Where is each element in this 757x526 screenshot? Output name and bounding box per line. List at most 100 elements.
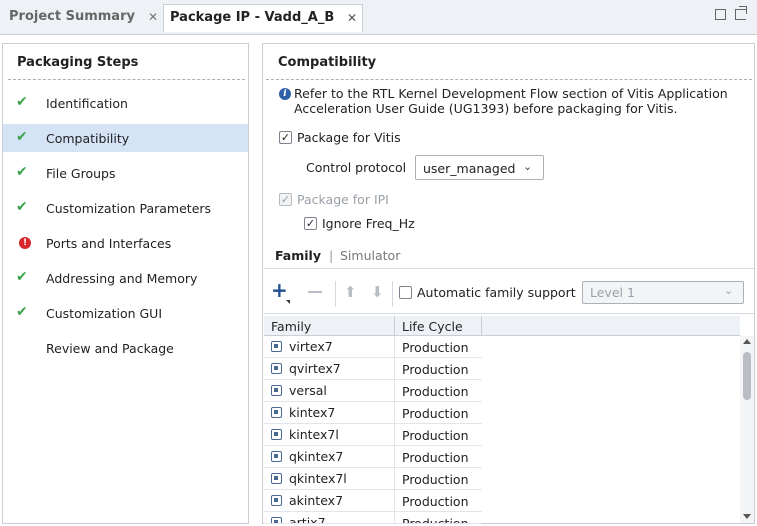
move-down-icon[interactable]: ⬇: [371, 283, 384, 301]
chip-icon: [271, 385, 282, 396]
check-icon: ✔: [16, 304, 28, 320]
info-icon: i: [279, 88, 291, 100]
level-select[interactable]: Level 1 ⌄: [582, 281, 744, 304]
divider: [264, 313, 754, 314]
life-cycle-cell: Production: [402, 406, 469, 421]
family-cell: qkintex7l: [289, 471, 347, 486]
family-cell: virtex7: [289, 339, 333, 354]
automatic-family-support-checkbox[interactable]: [399, 286, 412, 299]
ignore-freq-label: Ignore Freq_Hz: [322, 216, 415, 231]
toolbar-separator: [392, 281, 393, 307]
life-cycle-cell: Production: [402, 384, 469, 399]
table-row[interactable]: artix7 Production: [264, 512, 482, 524]
step-label: Customization Parameters: [46, 201, 212, 216]
close-icon[interactable]: ✕: [148, 10, 158, 24]
tab-project-summary-label: Project Summary: [9, 9, 135, 24]
step-label: Review and Package: [46, 341, 174, 356]
divider: [8, 79, 245, 80]
tab-simulator[interactable]: Simulator: [340, 248, 400, 263]
step-addressing-and-memory[interactable]: ✔ Addressing and Memory: [3, 264, 248, 292]
package-for-vitis-label: Package for Vitis: [297, 130, 401, 145]
automatic-family-support-label: Automatic family support: [417, 285, 576, 300]
tab-package-ip[interactable]: Package IP - Vadd_A_B ✕: [163, 4, 363, 32]
toolbar-separator: [335, 281, 336, 307]
chip-icon: [271, 407, 282, 418]
step-label: Customization GUI: [46, 306, 163, 321]
package-for-ipi-checkbox[interactable]: ✓: [279, 193, 292, 206]
life-cycle-cell: Production: [402, 428, 469, 443]
chevron-down-icon: ⌄: [724, 284, 734, 297]
error-icon: !: [19, 237, 31, 249]
table-row[interactable]: virtex7 Production: [264, 336, 482, 358]
close-icon[interactable]: ✕: [347, 11, 357, 25]
chip-icon: [271, 341, 282, 352]
chip-icon: [271, 363, 282, 374]
table-row[interactable]: kintex7l Production: [264, 424, 482, 446]
scroll-up-icon[interactable]: [743, 339, 751, 344]
step-identification[interactable]: ✔ Identification: [3, 89, 248, 117]
restore-icon[interactable]: [735, 6, 747, 20]
tab-family[interactable]: Family: [275, 248, 321, 263]
chip-icon: [271, 429, 282, 440]
table-row[interactable]: versal Production: [264, 380, 482, 402]
life-cycle-cell: Production: [402, 494, 469, 509]
control-protocol-value: user_managed: [423, 161, 516, 176]
table-row[interactable]: kintex7 Production: [264, 402, 482, 424]
check-icon: ✔: [16, 129, 28, 145]
remove-icon[interactable]: [308, 291, 322, 293]
family-cell: kintex7: [289, 405, 336, 420]
step-customization-gui[interactable]: ✔ Customization GUI: [3, 299, 248, 327]
step-label: Addressing and Memory: [46, 271, 198, 286]
family-cell: kintex7l: [289, 427, 339, 442]
check-icon: ✔: [16, 199, 28, 215]
tab-separator: |: [329, 248, 334, 263]
package-for-vitis-checkbox[interactable]: ✓: [279, 131, 292, 144]
scroll-down-icon[interactable]: [743, 514, 751, 519]
step-compatibility[interactable]: ✔ Compatibility: [3, 124, 248, 152]
check-icon: ✔: [16, 94, 28, 110]
column-header-filler: [482, 316, 740, 336]
table-row[interactable]: qkintex7 Production: [264, 446, 482, 468]
life-cycle-cell: Production: [402, 340, 469, 355]
step-label: Identification: [46, 96, 128, 111]
check-icon: ✔: [16, 269, 28, 285]
table-row[interactable]: akintex7 Production: [264, 490, 482, 512]
life-cycle-cell: Production: [402, 516, 469, 524]
family-cell: akintex7: [289, 493, 344, 508]
minimize-icon[interactable]: [715, 9, 726, 20]
step-review-and-package[interactable]: Review and Package: [3, 334, 248, 362]
control-protocol-label: Control protocol: [306, 160, 407, 175]
chip-icon: [271, 451, 282, 462]
move-up-icon[interactable]: ⬆: [344, 283, 357, 301]
chip-icon: [271, 495, 282, 506]
control-protocol-select[interactable]: user_managed ⌄: [415, 155, 544, 180]
step-ports-and-interfaces[interactable]: ! Ports and Interfaces: [3, 229, 248, 257]
family-cell: qvirtex7: [289, 361, 341, 376]
life-cycle-cell: Production: [402, 450, 469, 465]
tab-project-summary[interactable]: Project Summary ✕: [0, 4, 163, 31]
table-row[interactable]: qvirtex7 Production: [264, 358, 482, 380]
column-header-family[interactable]: Family: [264, 316, 395, 336]
family-cell: versal: [289, 383, 327, 398]
package-for-ipi-label: Package for IPI: [297, 192, 389, 207]
chip-icon: [271, 517, 282, 523]
step-file-groups[interactable]: ✔ File Groups: [3, 159, 248, 187]
compatibility-title: Compatibility: [278, 55, 377, 70]
scrollbar-thumb[interactable]: [743, 352, 751, 400]
add-icon[interactable]: +: [271, 280, 288, 300]
add-menu-arrow-icon[interactable]: [286, 300, 290, 304]
info-text-line2: Acceleration User Guide (UG1393) before …: [294, 101, 678, 116]
chevron-down-icon: ⌄: [523, 160, 533, 173]
family-cell: artix7: [289, 515, 326, 524]
table-row[interactable]: qkintex7l Production: [264, 468, 482, 490]
step-customization-parameters[interactable]: ✔ Customization Parameters: [3, 194, 248, 222]
family-cell: qkintex7: [289, 449, 344, 464]
step-label: Ports and Interfaces: [46, 236, 172, 251]
packaging-steps-title: Packaging Steps: [17, 55, 139, 70]
ignore-freq-checkbox[interactable]: ✓: [304, 217, 317, 230]
tab-package-ip-label: Package IP - Vadd_A_B: [170, 10, 335, 25]
chip-icon: [271, 473, 282, 484]
life-cycle-cell: Production: [402, 472, 469, 487]
info-text-line1: Refer to the RTL Kernel Development Flow…: [294, 86, 728, 101]
column-header-life-cycle[interactable]: Life Cycle: [395, 316, 482, 336]
